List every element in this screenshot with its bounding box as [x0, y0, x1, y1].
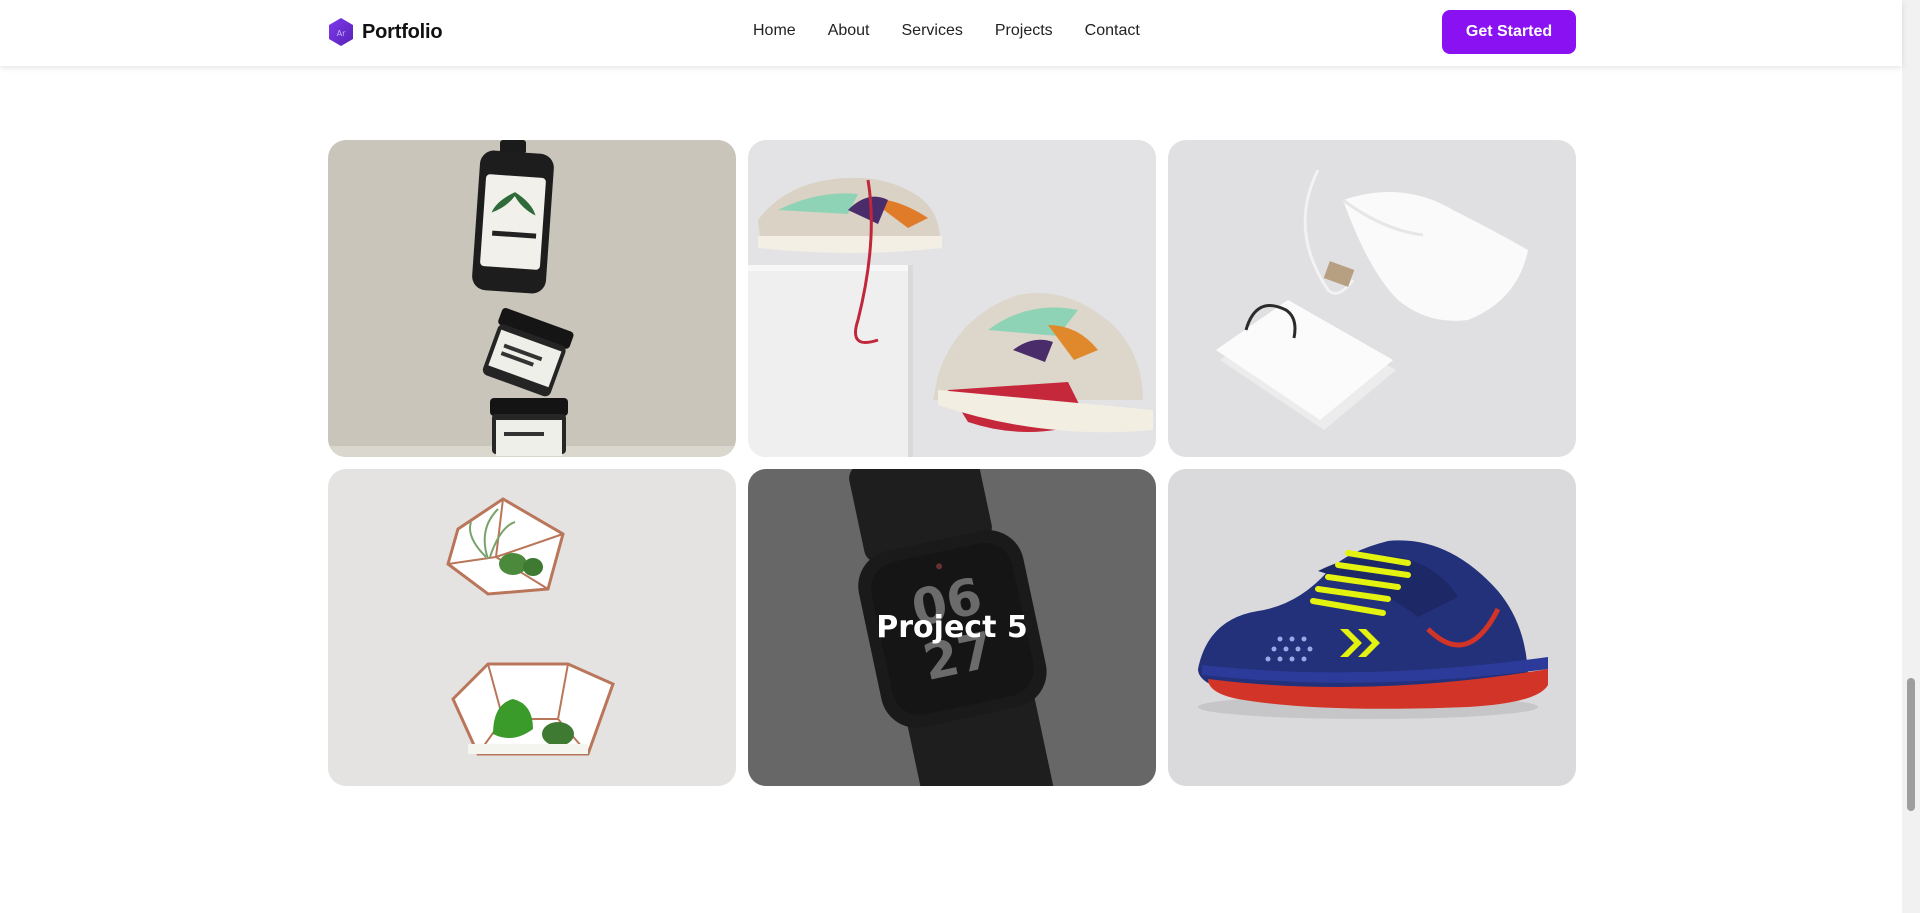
hexagon-logo-icon: Ar: [329, 18, 353, 46]
project-card-1[interactable]: [328, 140, 736, 457]
nav-services[interactable]: Services: [902, 22, 963, 40]
scrollbar-thumb[interactable]: [1907, 678, 1915, 811]
project-card-2[interactable]: [748, 140, 1156, 457]
projects-grid: 06 27 Project 5: [328, 140, 1577, 786]
nav-home[interactable]: Home: [753, 22, 796, 40]
svg-text:Ar: Ar: [337, 29, 346, 38]
project-image-skincare: [328, 140, 736, 457]
project-overlay-title: Project 5: [876, 610, 1028, 645]
project-card-4[interactable]: [328, 469, 736, 786]
project-image-sneakers: [748, 140, 1156, 457]
project-image-terrariums: [328, 469, 736, 786]
nav-projects[interactable]: Projects: [995, 22, 1053, 40]
site-header: Ar Portfolio Home About Services Project…: [0, 0, 1902, 66]
project-card-3[interactable]: [1168, 140, 1576, 457]
brand[interactable]: Ar Portfolio: [328, 17, 443, 47]
main-nav: Home About Services Projects Contact: [753, 22, 1140, 40]
nav-contact[interactable]: Contact: [1085, 22, 1140, 40]
get-started-button[interactable]: Get Started: [1442, 10, 1576, 54]
project-overlay: Project 5: [748, 469, 1156, 786]
page-scrollbar[interactable]: [1902, 0, 1920, 913]
brand-name: Portfolio: [362, 20, 443, 43]
project-image-tote-bag: [1168, 140, 1576, 457]
project-card-6[interactable]: [1168, 469, 1576, 786]
project-image-football-boot: [1168, 469, 1576, 786]
nav-about[interactable]: About: [828, 22, 870, 40]
project-card-5[interactable]: 06 27 Project 5: [748, 469, 1156, 786]
